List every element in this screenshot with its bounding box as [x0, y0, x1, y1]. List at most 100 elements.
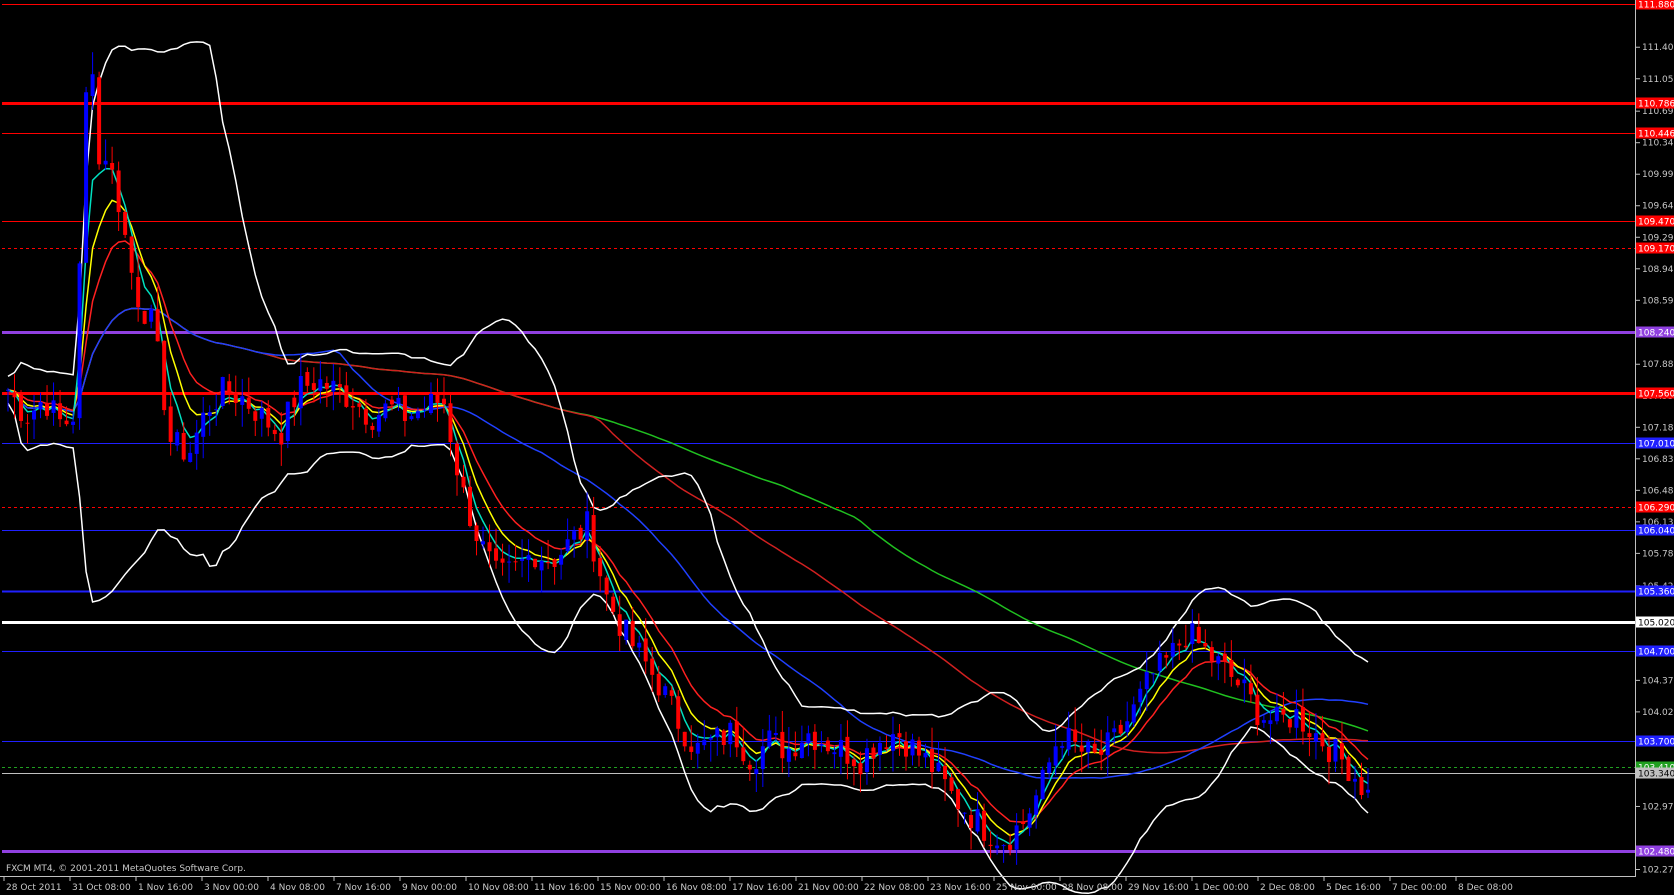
- candle-body: [1190, 623, 1195, 645]
- candle-body: [233, 392, 238, 403]
- candle-body: [969, 815, 974, 829]
- time-tick-label: 3 Nov 00:00: [204, 883, 259, 893]
- candle-body: [266, 407, 271, 428]
- candle-body: [84, 92, 89, 263]
- time-tick-label: 31 Oct 08:00: [72, 883, 131, 893]
- candle-body: [448, 403, 453, 443]
- candle-body: [1151, 673, 1156, 675]
- candle-body: [1222, 653, 1227, 662]
- time-tick-label: 25 Nov 00:00: [996, 883, 1057, 893]
- candle-body: [136, 277, 141, 307]
- candle-body: [45, 402, 50, 416]
- candle-body: [572, 531, 577, 540]
- candle-body: [546, 562, 551, 564]
- candle-body: [786, 748, 791, 762]
- candle-body: [1242, 679, 1247, 684]
- time-tick-label: 11 Nov 16:00: [534, 883, 595, 893]
- candle-body: [780, 731, 785, 759]
- candle-body: [845, 736, 850, 764]
- candle-body: [58, 403, 63, 420]
- price-tick-label: 108.940: [1642, 265, 1674, 275]
- candle-body: [500, 558, 505, 563]
- candle-body: [168, 406, 173, 442]
- candle-body: [858, 763, 863, 775]
- time-tick-label: 15 Nov 00:00: [600, 883, 661, 893]
- price-tick-label: 107.180: [1642, 423, 1674, 433]
- candle-body: [552, 559, 557, 567]
- candle-body: [389, 399, 394, 405]
- candle-body: [1001, 845, 1006, 847]
- candle-body: [422, 409, 427, 411]
- level-price-tag-label: 105.360: [1638, 588, 1674, 598]
- candle-body: [507, 561, 512, 563]
- candle-body: [1209, 647, 1214, 662]
- candle-body: [819, 743, 824, 746]
- candle-body: [604, 577, 609, 595]
- candle-body: [760, 746, 765, 770]
- level-price-tag-label: 106.290: [1638, 504, 1674, 514]
- candle-body: [1216, 656, 1221, 664]
- candle-body: [12, 392, 17, 398]
- candle-body: [292, 397, 297, 408]
- candle-body: [279, 432, 284, 445]
- price-chart[interactable]: 111.400111.050110.690110.340109.990109.6…: [0, 0, 1674, 895]
- candle-body: [812, 731, 817, 750]
- candle-body: [956, 789, 961, 810]
- candle-body: [1131, 704, 1136, 723]
- candle-body: [90, 74, 95, 96]
- price-tick-label: 104.370: [1642, 676, 1674, 686]
- candle-body: [468, 486, 473, 526]
- time-tick-label: 7 Nov 16:00: [336, 883, 391, 893]
- price-tick-label: 106.830: [1642, 455, 1674, 465]
- candle-body: [877, 742, 882, 755]
- candle-body: [1346, 756, 1351, 781]
- candle-body: [936, 762, 941, 772]
- time-tick-label: 9 Nov 00:00: [402, 883, 457, 893]
- candle-body: [773, 732, 778, 736]
- candle-body: [435, 391, 440, 403]
- candle-body: [851, 759, 856, 767]
- candle-body: [396, 397, 401, 404]
- candle-body: [669, 690, 674, 696]
- level-price-tag-label: 106.040: [1638, 527, 1674, 537]
- candle-body: [721, 730, 726, 745]
- candle-body: [1274, 707, 1279, 722]
- candle-body: [630, 620, 635, 647]
- candle-body: [962, 812, 967, 814]
- level-price-tag-label: 102.480: [1638, 848, 1674, 858]
- candle-body: [142, 310, 147, 324]
- candle-body: [337, 384, 342, 388]
- price-tick-label: 105.780: [1642, 549, 1674, 559]
- candle-body: [754, 768, 759, 774]
- candle-body: [897, 733, 902, 738]
- level-price-tag-label: 103.700: [1638, 738, 1674, 748]
- candle-body: [1112, 728, 1117, 733]
- candle-body: [194, 432, 199, 454]
- candle-body: [1196, 626, 1201, 643]
- candle-body: [1125, 721, 1130, 732]
- candle-body: [1047, 762, 1052, 774]
- candle-body: [747, 764, 752, 770]
- candle-body: [943, 765, 948, 780]
- candle-body: [702, 739, 707, 746]
- candle-body: [220, 377, 225, 407]
- time-tick-label: 10 Nov 08:00: [468, 883, 529, 893]
- candle-body: [1092, 743, 1097, 753]
- candle-body: [1235, 679, 1240, 686]
- candle-body: [181, 432, 186, 460]
- candle-body: [1014, 825, 1019, 850]
- candle-body: [1268, 720, 1273, 725]
- candle-body: [637, 642, 642, 648]
- time-tick-label: 16 Nov 08:00: [666, 883, 727, 893]
- candle-body: [871, 747, 876, 759]
- time-tick-label: 22 Nov 08:00: [864, 883, 925, 893]
- candle-body: [64, 420, 69, 425]
- time-tick-label: 5 Dec 16:00: [1326, 883, 1381, 893]
- candle-body: [71, 421, 76, 425]
- level-price-tag-label: 110.786: [1638, 100, 1674, 110]
- candle-body: [1079, 745, 1084, 752]
- candle-body: [454, 443, 459, 476]
- level-price-tag-label: 107.010: [1638, 440, 1674, 450]
- candle-body: [949, 777, 954, 791]
- candle-body: [1333, 738, 1338, 762]
